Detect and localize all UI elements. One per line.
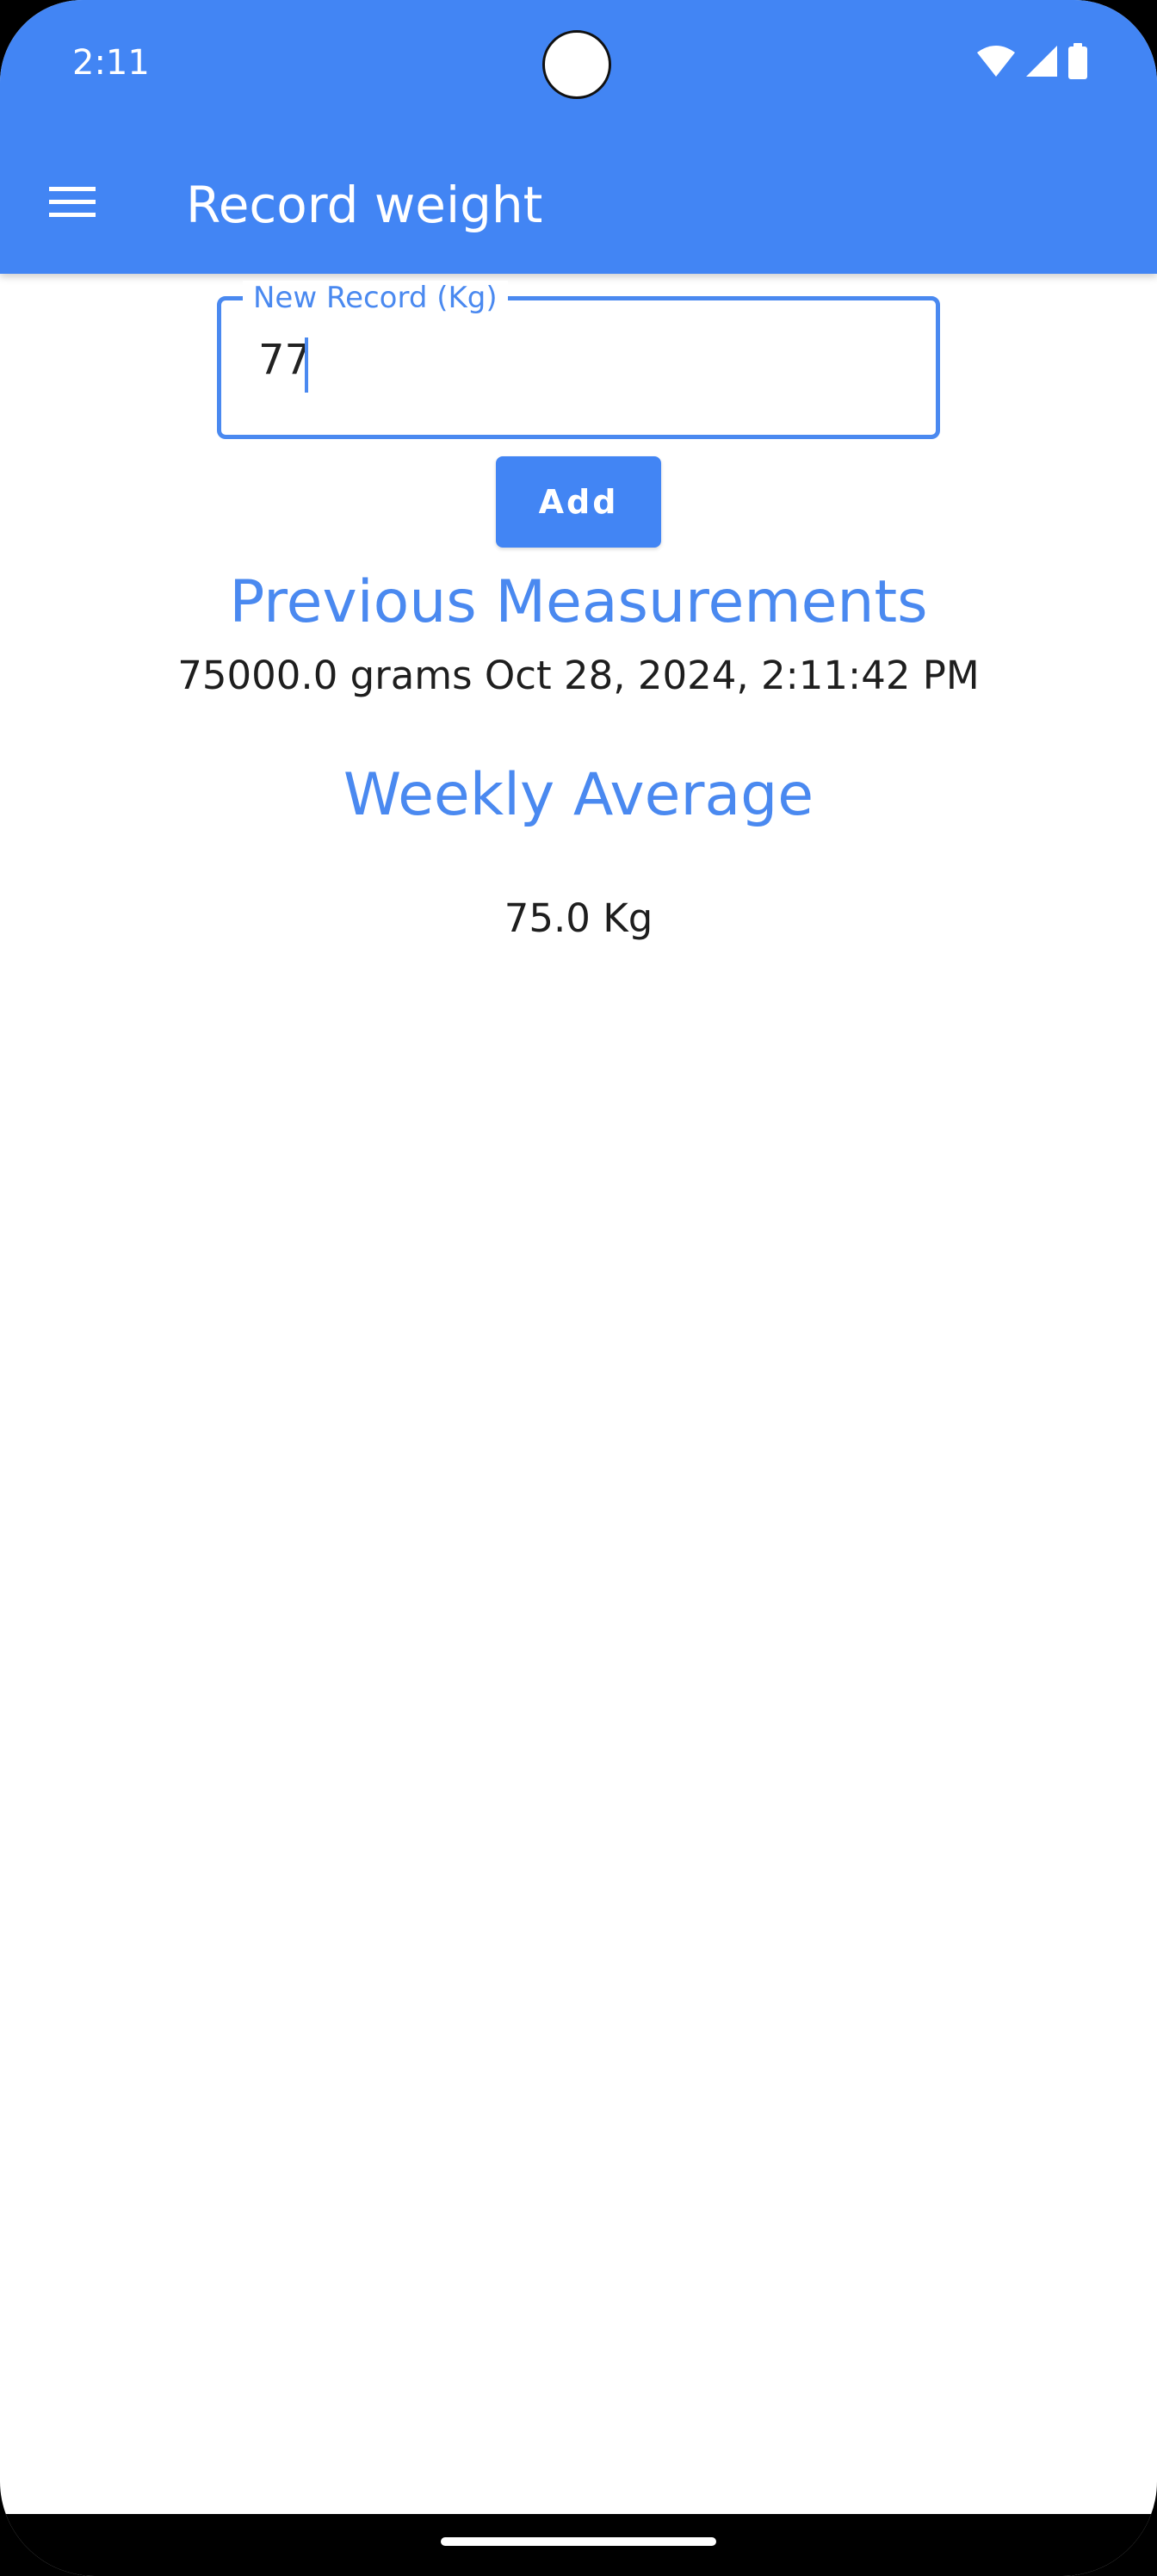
camera-cutout — [542, 30, 611, 99]
cellular-signal-icon — [1024, 44, 1059, 83]
text-cursor — [305, 337, 308, 393]
new-record-field[interactable] — [217, 296, 940, 439]
page-title: Record weight — [186, 176, 543, 234]
app-bar: 2:11 Record weight — [0, 0, 1157, 274]
status-time: 2:11 — [72, 43, 150, 83]
list-item: 75000.0 grams Oct 28, 2024, 2:11:42 PM — [177, 653, 980, 698]
new-record-field-label: New Record (Kg) — [243, 281, 508, 315]
add-button[interactable]: Add — [496, 456, 661, 548]
weekly-average-value: 75.0 Kg — [504, 895, 653, 941]
battery-icon — [1067, 43, 1088, 84]
previous-measurements-heading: Previous Measurements — [229, 568, 928, 636]
status-icons — [976, 43, 1088, 84]
weekly-average-heading: Weekly Average — [343, 761, 814, 829]
new-record-input-value[interactable]: 77 — [258, 336, 311, 384]
hamburger-menu-icon[interactable] — [43, 172, 102, 231]
wifi-icon — [976, 44, 1016, 83]
app-screen: 2:11 Record weight New Record (Kg) 77 Ad… — [0, 0, 1157, 2576]
home-gesture-handle[interactable] — [441, 2537, 716, 2546]
